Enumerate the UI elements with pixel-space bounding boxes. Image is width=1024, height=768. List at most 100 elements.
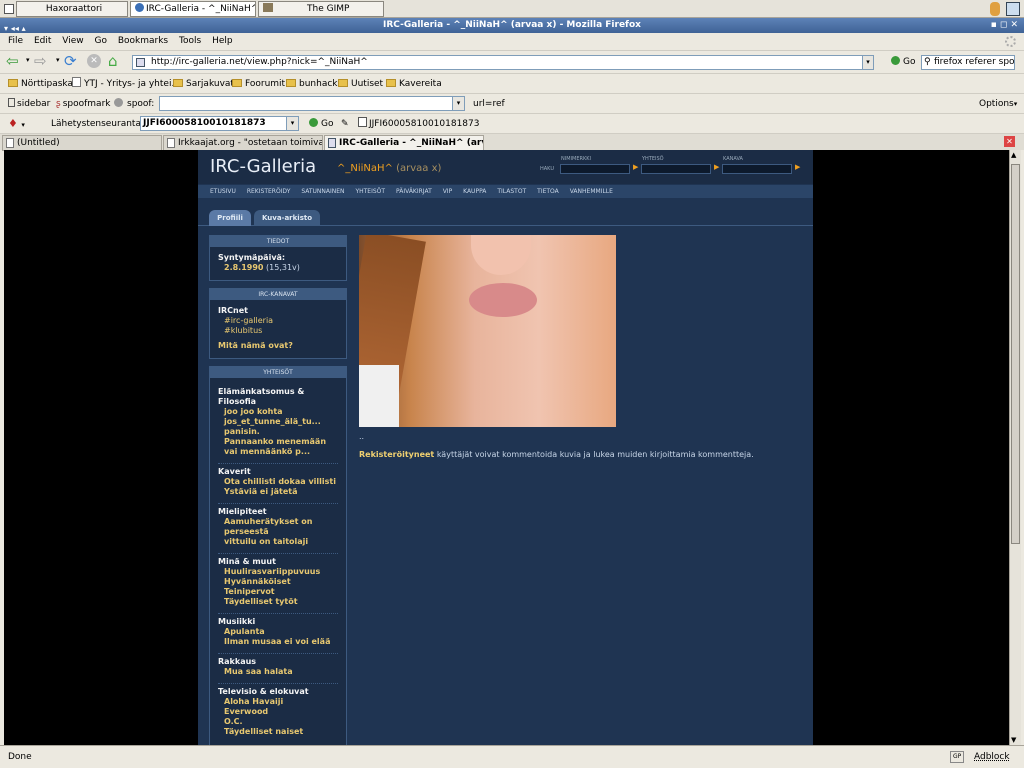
pencil-icon[interactable]: ✎ bbox=[341, 114, 349, 134]
search-channel-input[interactable] bbox=[722, 164, 792, 174]
community-link[interactable]: joo joo kohta bbox=[218, 407, 338, 417]
community-link[interactable]: Ota chillisti dokaa villisti bbox=[218, 477, 338, 487]
stop-icon[interactable]: ✕ bbox=[87, 54, 101, 68]
tab-irkkaajat[interactable]: Irkkaajat.org - "ostetaan toimiva ... bbox=[163, 135, 323, 151]
spoofmark-button[interactable]: ʂ spoofmark bbox=[56, 94, 110, 114]
community-link[interactable]: Ilman musaa ei voi elää bbox=[218, 637, 338, 647]
search-nick-input[interactable] bbox=[560, 164, 630, 174]
sidebar-button[interactable]: sidebar bbox=[8, 94, 50, 114]
community-link[interactable]: Täydelliset naiset bbox=[218, 727, 338, 737]
bookmark-nortttipaska[interactable]: Nörttipaska bbox=[8, 74, 73, 94]
community-link[interactable]: Teinipervot bbox=[218, 587, 338, 597]
scroll-up-icon[interactable]: ▲ bbox=[1011, 151, 1016, 159]
back-icon[interactable]: ⇦ bbox=[6, 54, 19, 69]
community-link[interactable]: Aloha Havaiji bbox=[218, 697, 338, 707]
screen-icon[interactable] bbox=[1006, 2, 1020, 16]
tracker-menu[interactable]: Lähetystenseuranta▾ bbox=[51, 114, 145, 134]
home-icon[interactable]: ⌂ bbox=[108, 53, 118, 69]
nav-rekisteroidy[interactable]: REKISTERÖIDY bbox=[247, 188, 291, 195]
tab-kuva-arkisto[interactable]: Kuva-arkisto bbox=[254, 210, 320, 226]
bookmark-uutiset[interactable]: Uutiset bbox=[338, 74, 383, 94]
task-haxoraattori[interactable]: Haxoraattori bbox=[16, 1, 128, 17]
url-dropdown-icon[interactable]: ▾ bbox=[862, 55, 874, 70]
vertical-scrollbar[interactable]: ▲ ▼ bbox=[1009, 150, 1021, 745]
task-irc-galleria[interactable]: IRC-Galleria - ^_NiiNaH^ (arv bbox=[130, 1, 256, 17]
community-link[interactable]: Huulirasvariippuvuus bbox=[218, 567, 338, 577]
back-dropdown-icon[interactable]: ▾ bbox=[26, 56, 30, 64]
menu-bookmarks[interactable]: Bookmarks bbox=[118, 36, 168, 46]
tracking-code-input[interactable]: JJFI60005810010181873 ▾ bbox=[140, 116, 299, 131]
tab-irc-galleria[interactable]: IRC-Galleria - ^_NiiNaH^ (arv... bbox=[324, 135, 484, 151]
nav-satunnainen[interactable]: SATUNNAINEN bbox=[301, 188, 344, 195]
nav-vip[interactable]: VIP bbox=[443, 188, 453, 195]
forward-icon[interactable]: ⇨ bbox=[34, 54, 47, 69]
community-link[interactable]: Hyvännäköiset bbox=[218, 577, 338, 587]
community-link[interactable]: Apulanta bbox=[218, 627, 338, 637]
close-tab-icon[interactable]: ✕ bbox=[1004, 136, 1015, 147]
spoof-select[interactable]: ▾ bbox=[159, 96, 465, 111]
tab-untitled[interactable]: (Untitled) bbox=[2, 135, 162, 151]
community-group: Musiikki Apulanta Ilman musaa ei voi elä… bbox=[218, 614, 338, 654]
tracking-go-button[interactable]: Go bbox=[309, 114, 333, 134]
menu-go[interactable]: Go bbox=[94, 36, 106, 46]
menu-tools[interactable]: Tools bbox=[179, 36, 201, 46]
community-link[interactable]: Mua saa halata bbox=[218, 667, 338, 677]
bookmark-sarjakuvat[interactable]: Sarjakuvat bbox=[173, 74, 234, 94]
forward-dropdown-icon[interactable]: ▾ bbox=[56, 56, 60, 64]
bookmark-ytj[interactable]: YTJ - Yritys- ja yhtei... bbox=[72, 74, 180, 94]
nav-paivakirjat[interactable]: PÄIVÄKIRJAT bbox=[396, 188, 432, 195]
nav-vanhemmille[interactable]: VANHEMMILLE bbox=[570, 188, 613, 195]
menu-file[interactable]: File bbox=[8, 36, 23, 46]
user-icon[interactable] bbox=[990, 2, 1000, 16]
community-link[interactable]: Ystäviä ei jätetä bbox=[218, 487, 338, 497]
community-link[interactable]: Aamuherätykset on perseestä bbox=[218, 517, 338, 537]
spoof-dropdown-icon[interactable]: ▾ bbox=[452, 97, 464, 110]
register-link[interactable]: Rekisteröityneet bbox=[359, 450, 434, 459]
reload-icon[interactable]: ⟳ bbox=[64, 53, 77, 69]
site-logo[interactable]: IRC-Galleria bbox=[210, 156, 316, 177]
profile-photo[interactable] bbox=[359, 235, 616, 427]
bookmark-foorumit[interactable]: Foorumit bbox=[232, 74, 285, 94]
options-menu[interactable]: Options▾ bbox=[979, 94, 1017, 114]
go-button[interactable]: Go bbox=[891, 55, 915, 70]
tab-profiili[interactable]: Profiili bbox=[209, 210, 251, 226]
search-input[interactable]: ⚲ firefox referer spo bbox=[921, 55, 1015, 70]
search-community-arrow-icon[interactable]: ▶ bbox=[714, 163, 719, 171]
what-link[interactable]: Mitä nämä ovat? bbox=[218, 341, 338, 351]
tracking-dropdown-icon[interactable]: ▾ bbox=[286, 117, 298, 130]
community-link[interactable]: Täydelliset tytöt bbox=[218, 597, 338, 607]
window-titlebar[interactable]: ▾ ◂◂ ▴ IRC-Galleria - ^_NiiNaH^ (arvaa x… bbox=[0, 18, 1024, 33]
result-link[interactable]: JJFI60005810010181873 bbox=[358, 114, 479, 134]
community-link[interactable]: O.C. bbox=[218, 717, 338, 727]
tracker-logo-icon[interactable]: ♦ ▾ bbox=[8, 114, 25, 135]
nav-kauppa[interactable]: KAUPPA bbox=[463, 188, 486, 195]
menu-icon[interactable] bbox=[4, 4, 14, 14]
bookmark-kavereita[interactable]: Kavereita bbox=[386, 74, 442, 94]
community-link[interactable]: panisin. bbox=[218, 427, 338, 437]
community-link[interactable]: jos_et_tunne_älä_tu... bbox=[218, 417, 338, 427]
community-link[interactable]: Pannaanko menemään vai mennäänkö p... bbox=[218, 437, 338, 457]
scroll-down-icon[interactable]: ▼ bbox=[1011, 736, 1016, 744]
bookmark-bunhack[interactable]: bunhack bbox=[286, 74, 338, 94]
nav-tietoa[interactable]: TIETOA bbox=[537, 188, 559, 195]
community-link[interactable]: Everwood bbox=[218, 707, 338, 717]
scrollbar-thumb[interactable] bbox=[1011, 164, 1020, 544]
task-gimp[interactable]: The GIMP bbox=[258, 1, 384, 17]
menu-help[interactable]: Help bbox=[212, 36, 233, 46]
nav-yhteisot[interactable]: YHTEISÖT bbox=[355, 188, 385, 195]
nav-etusivu[interactable]: ETUSIVU bbox=[210, 188, 236, 195]
search-nick-arrow-icon[interactable]: ▶ bbox=[633, 163, 638, 171]
gp-indicator[interactable]: GP bbox=[950, 751, 965, 763]
channel-link[interactable]: #irc-galleria bbox=[218, 316, 338, 326]
community-link[interactable]: vittuilu on taitolaji bbox=[218, 537, 338, 547]
window-controls[interactable]: ▪ ◻ ✕ bbox=[991, 18, 1018, 33]
menu-view[interactable]: View bbox=[62, 36, 83, 46]
nav-tilastot[interactable]: TILASTOT bbox=[497, 188, 526, 195]
search-community-input[interactable] bbox=[641, 164, 711, 174]
channel-link[interactable]: #klubitus bbox=[218, 326, 338, 336]
menu-edit[interactable]: Edit bbox=[34, 36, 51, 46]
url-input[interactable]: http://irc-galleria.net/view.php?nick=^_… bbox=[132, 55, 874, 70]
search-channel-arrow-icon[interactable]: ▶ bbox=[795, 163, 800, 171]
adblock-button[interactable]: Adblock bbox=[974, 746, 1010, 768]
box-heading: IRC-KANAVAT bbox=[210, 289, 346, 300]
